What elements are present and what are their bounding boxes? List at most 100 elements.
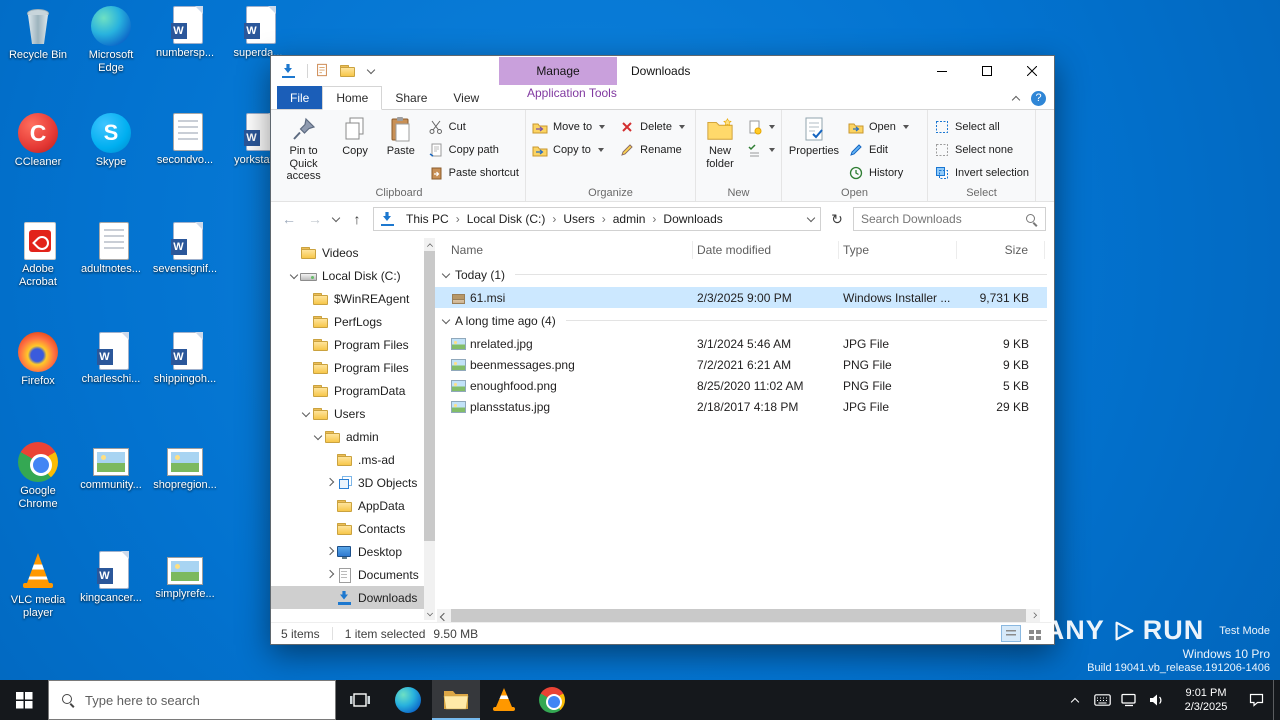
column-header-type[interactable]: Type [839, 241, 957, 259]
desktop-icon-adultnotes[interactable]: adultnotes... [75, 222, 147, 276]
tab-view[interactable]: View [440, 86, 492, 109]
desktop-icon-skype[interactable]: Skype [75, 113, 147, 169]
desktop-icon-recycle-bin[interactable]: Recycle Bin [2, 6, 74, 62]
file-row-61-msi[interactable]: 61.msi 2/3/2025 9:00 PM Windows Installer … [435, 287, 1047, 308]
keyboard-icon[interactable] [1092, 694, 1112, 706]
breadcrumb-separator[interactable]: › [456, 212, 460, 226]
file-row-beenmessages-png[interactable]: beenmessages.png 7/2/2021 6:21 AM PNG File… [435, 354, 1047, 375]
group-header-a-long-time-ago-4[interactable]: A long time ago (4) [435, 308, 1047, 333]
desktop-icon-numbersp[interactable]: numbersp... [149, 6, 221, 60]
tree-item-documents[interactable]: Documents [271, 563, 435, 586]
horizontal-scrollbar[interactable] [437, 609, 1040, 622]
action-center-icon[interactable] [1246, 693, 1266, 707]
breadcrumb-admin[interactable]: admin [608, 212, 651, 226]
tree-item-perflogs[interactable]: PerfLogs [271, 310, 435, 333]
desktop-icon-firefox[interactable]: Firefox [2, 332, 74, 388]
column-header-date-modified[interactable]: Date modified [693, 241, 839, 259]
copy-to-button[interactable]: Copy to [529, 140, 608, 160]
taskbar-file-explorer-button[interactable] [432, 680, 480, 720]
desktop-icon-charleschi[interactable]: charleschi... [75, 332, 147, 386]
tree-item-videos[interactable]: Videos [271, 241, 435, 264]
close-button[interactable] [1009, 56, 1054, 86]
refresh-button[interactable]: ↻ [827, 211, 847, 228]
start-button[interactable] [0, 680, 48, 720]
manage-tab[interactable]: Manage [499, 57, 617, 85]
easy-access-button[interactable] [743, 140, 778, 160]
breadcrumb-downloads[interactable]: Downloads [658, 212, 727, 226]
qat-new-folder-icon[interactable] [339, 63, 356, 79]
desktop-icon-shippingoh[interactable]: shippingoh... [149, 332, 221, 386]
back-button[interactable]: ← [279, 211, 299, 227]
taskbar-vlc-button[interactable] [480, 680, 528, 720]
tab-share[interactable]: Share [382, 86, 440, 109]
group-header-today-1[interactable]: Today (1) [435, 262, 1047, 287]
tree-item-program-files[interactable]: Program Files [271, 333, 435, 356]
expander-icon[interactable] [325, 547, 335, 557]
minimize-button[interactable] [919, 56, 964, 86]
task-view-button[interactable] [336, 680, 384, 720]
breadcrumb-this-pc[interactable]: This PC [401, 212, 454, 226]
open-button[interactable]: Open [845, 117, 912, 137]
expander-icon[interactable] [313, 432, 323, 442]
desktop-icon-secondvo[interactable]: secondvo... [149, 113, 221, 167]
tree-item-3d-objects[interactable]: 3D Objects [271, 471, 435, 494]
tree-item-local-disk-c[interactable]: Local Disk (C:) [271, 264, 435, 287]
help-icon[interactable] [1031, 90, 1046, 106]
expander-icon[interactable] [325, 570, 335, 580]
history-button[interactable]: History [845, 163, 912, 183]
tree-item-contacts[interactable]: Contacts [271, 517, 435, 540]
desktop-icon-shopregion[interactable]: shopregion... [149, 442, 221, 492]
cut-button[interactable]: Cut [425, 117, 522, 137]
invert-selection-button[interactable]: Invert selection [931, 163, 1032, 183]
network-icon[interactable] [1119, 693, 1139, 707]
tree-item-downloads[interactable]: Downloads [271, 586, 435, 609]
rename-button[interactable]: Rename [616, 140, 688, 160]
desktop-icon-community[interactable]: community... [75, 442, 147, 492]
address-bar[interactable]: This PC › Local Disk (C:) › Users › admin › Down… [373, 207, 821, 231]
taskbar-chrome-button[interactable] [528, 680, 576, 720]
tab-home[interactable]: Home [322, 86, 383, 110]
scroll-up-icon[interactable] [424, 238, 435, 251]
copy-button[interactable]: Copy [333, 113, 377, 185]
tree-item-program-files[interactable]: Program Files [271, 356, 435, 379]
tab-file[interactable]: File [277, 86, 323, 109]
show-desktop-button[interactable] [1273, 680, 1278, 720]
desktop-icon-superda[interactable]: superda... [222, 6, 294, 60]
tree-item-ms-ad[interactable]: .ms-ad [271, 448, 435, 471]
expander-icon[interactable] [325, 478, 335, 488]
scrollbar-thumb[interactable] [451, 609, 1026, 622]
tree-item-programdata[interactable]: ProgramData [271, 379, 435, 402]
file-row-enoughfood-png[interactable]: enoughfood.png 8/25/2020 11:02 AM PNG File… [435, 375, 1047, 396]
properties-button[interactable]: Properties [785, 113, 843, 185]
breadcrumb-separator[interactable]: › [652, 212, 656, 226]
pin-to-quick-access-button[interactable]: Pin to Quick access [276, 113, 331, 185]
scroll-left-icon[interactable] [437, 609, 450, 622]
desktop-icon-simplyrefe[interactable]: simplyrefe... [149, 551, 221, 601]
scrollbar-thumb[interactable] [424, 251, 435, 541]
desktop-icon-microsoft-edge[interactable]: Microsoft Edge [75, 6, 147, 74]
search-box[interactable]: Search Downloads [853, 207, 1046, 231]
column-header-size[interactable]: Size [957, 241, 1045, 259]
file-row-nrelated-jpg[interactable]: nrelated.jpg 3/1/2024 5:46 AM JPG File 9 KB [435, 333, 1047, 354]
qat-properties-icon[interactable] [315, 63, 331, 79]
recent-locations-icon[interactable] [331, 214, 341, 224]
collapse-ribbon-icon[interactable] [1011, 93, 1021, 103]
scroll-right-icon[interactable] [1027, 609, 1040, 622]
desktop-icon-kingcancer[interactable]: kingcancer... [75, 551, 147, 605]
address-dropdown-icon[interactable] [806, 214, 816, 224]
new-item-button[interactable] [743, 117, 778, 137]
column-header-name[interactable]: Name [435, 241, 693, 259]
desktop-icon-adobe-acrobat[interactable]: Adobe Acrobat [2, 222, 74, 288]
collapse-icon[interactable] [441, 316, 451, 326]
up-button[interactable]: ↑ [347, 211, 367, 227]
breadcrumb-local-disk-c[interactable]: Local Disk (C:) [462, 212, 551, 226]
forward-button[interactable]: → [305, 211, 325, 227]
collapse-icon[interactable] [441, 270, 451, 280]
taskbar-clock[interactable]: 9:01 PM 2/3/2025 [1173, 686, 1239, 715]
select-all-button[interactable]: Select all [931, 117, 1032, 137]
desktop-icon-vlc-media-player[interactable]: VLC media player [2, 551, 74, 619]
maximize-button[interactable] [964, 56, 1009, 86]
scroll-down-icon[interactable] [424, 607, 435, 620]
paste-button[interactable]: Paste [379, 113, 423, 185]
tree-scrollbar[interactable] [424, 238, 435, 620]
